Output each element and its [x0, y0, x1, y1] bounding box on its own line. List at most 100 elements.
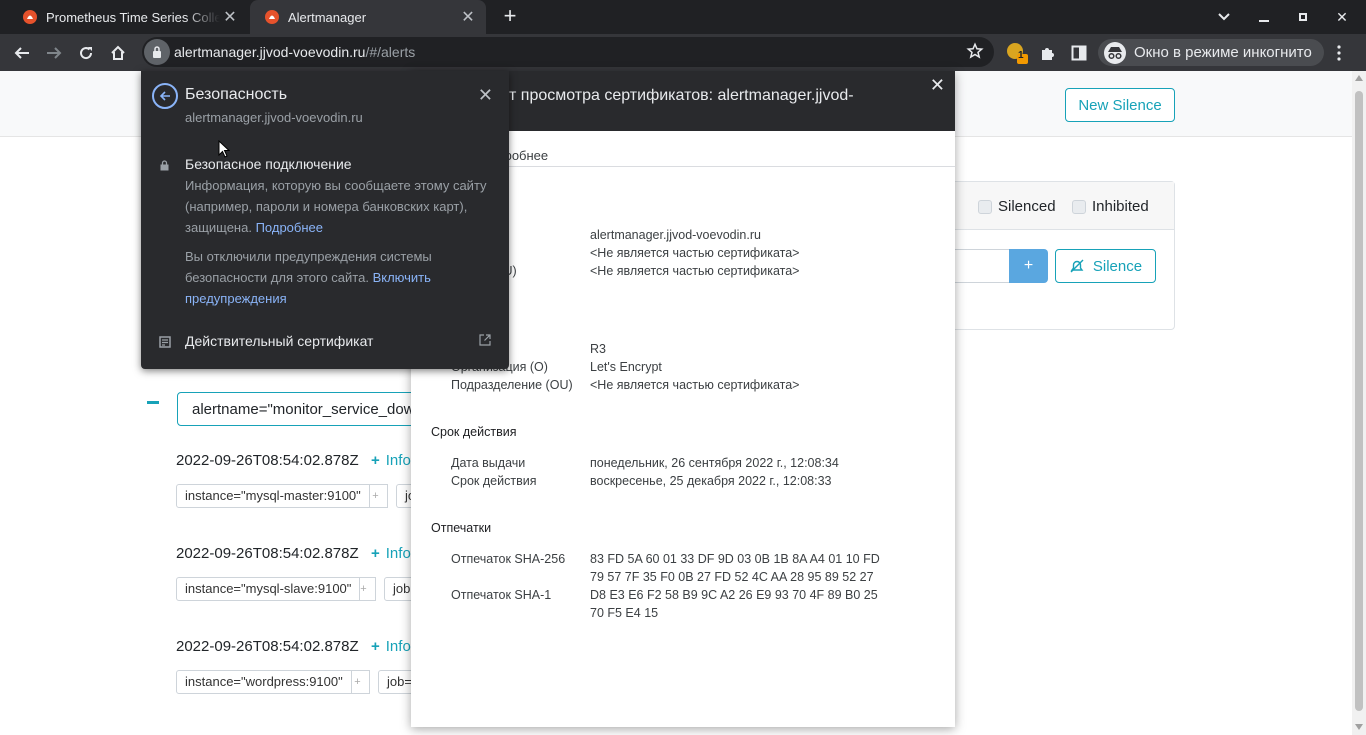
scroll-down-icon[interactable] — [1355, 724, 1363, 730]
bell-slash-icon — [1070, 259, 1084, 273]
add-filter-button[interactable]: + — [1009, 249, 1048, 283]
page-scrollbar[interactable] — [1352, 71, 1366, 735]
sha256-value-line1: 83 FD 5A 60 01 33 DF 9D 03 0B 1B 8A A4 0… — [590, 552, 880, 566]
new-tab-button[interactable]: + — [498, 5, 522, 29]
prometheus-favicon-icon — [23, 10, 37, 24]
tab-title: Prometheus Time Series Colle — [46, 9, 220, 25]
new-silence-button[interactable]: New Silence — [1065, 88, 1175, 122]
home-icon[interactable] — [105, 40, 131, 66]
learn-more-link[interactable]: Подробнее — [256, 220, 323, 235]
plus-icon: + — [371, 545, 380, 562]
tab-close-icon[interactable]: ✕ — [220, 7, 240, 27]
alert-info-button[interactable]: + Info — [371, 545, 411, 562]
scrollbar-thumb[interactable] — [1355, 91, 1363, 711]
label-instance[interactable]: instance="wordpress:9100" — [176, 670, 352, 694]
maximize-icon[interactable] — [1283, 0, 1323, 34]
issuer-ou-key: Подразделение (OU) — [451, 378, 573, 392]
incognito-indicator[interactable]: Окно в режиме инкогнито — [1098, 39, 1324, 66]
certificate-viewer-title: т просмотра сертификатов: alertmanager.j… — [509, 87, 854, 104]
security-close-icon[interactable]: ✕ — [478, 85, 493, 106]
plus-icon: + — [371, 452, 380, 469]
inhibited-label: Inhibited — [1092, 198, 1149, 215]
fingerprints-heading: Отпечатки — [431, 521, 492, 535]
forward-icon[interactable] — [41, 40, 67, 66]
extension-badge-count: 1 — [1018, 50, 1024, 61]
subject-cn-value: alertmanager.jjvod-voevodin.ru — [590, 228, 761, 242]
issued-key: Дата выдачи — [451, 456, 526, 470]
site-info-lock-icon[interactable] — [144, 39, 170, 65]
url-host: alertmanager.jjvod-voevodin.ru — [174, 44, 366, 60]
security-title: Безопасность — [185, 86, 288, 103]
incognito-icon — [1104, 41, 1126, 64]
silenced-checkbox[interactable] — [978, 200, 992, 214]
plus-icon: + — [371, 638, 380, 655]
url-text: alertmanager.jjvod-voevodin.ru/#/alerts — [174, 44, 415, 60]
side-panel-icon[interactable] — [1066, 40, 1092, 66]
info-label: Info — [385, 452, 411, 469]
silenced-label: Silenced — [998, 198, 1056, 215]
reload-icon[interactable] — [73, 40, 99, 66]
issuer-cn-value: R3 — [590, 342, 606, 356]
incognito-label: Окно в режиме инкогнито — [1134, 44, 1312, 61]
alert-timestamp: 2022-09-26T08:54:02.878Z — [176, 545, 359, 562]
certificate-close-icon[interactable]: ✕ — [930, 75, 945, 96]
lock-icon — [160, 160, 169, 171]
window-close-icon[interactable]: ✕ — [1322, 0, 1362, 34]
external-link-icon[interactable] — [479, 334, 491, 346]
sha1-value-line1: D8 E3 E6 F2 58 B9 9C A2 26 E9 93 70 4F 8… — [590, 588, 878, 602]
expires-value: воскресенье, 25 декабря 2022 г., 12:08:3… — [590, 474, 832, 488]
back-arrow-icon[interactable] — [152, 83, 178, 109]
tab-close-icon[interactable]: ✕ — [458, 7, 478, 27]
warnings-text: Вы отключили предупреждения системы безо… — [185, 246, 501, 309]
security-popup: Безопасность alertmanager.jjvod-voevodin… — [141, 71, 509, 369]
issuer-ou-value: <Не является частью сертификата> — [590, 378, 800, 392]
menu-kebab-icon[interactable] — [1326, 40, 1352, 66]
scroll-up-icon[interactable] — [1355, 75, 1363, 81]
label-add-icon[interactable]: + — [352, 577, 376, 601]
browser-toolbar: alertmanager.jjvod-voevodin.ru/#/alerts … — [0, 34, 1366, 71]
label-add-icon[interactable]: + — [364, 484, 388, 508]
security-site: alertmanager.jjvod-voevodin.ru — [185, 110, 363, 125]
alert-timestamp: 2022-09-26T08:54:02.878Z — [176, 638, 359, 655]
alert-info-button[interactable]: + Info — [371, 638, 411, 655]
sha1-key: Отпечаток SHA-1 — [451, 588, 552, 602]
extensions-puzzle-icon[interactable] — [1035, 40, 1061, 66]
label-instance[interactable]: instance="mysql-master:9100" — [176, 484, 370, 508]
tab-search-icon[interactable] — [1204, 0, 1244, 34]
mouse-cursor-icon — [218, 140, 230, 158]
tab-title: Alertmanager — [288, 9, 367, 25]
secure-connection-text: Информация, которую вы сообщаете этому с… — [185, 175, 501, 238]
secure-connection-title: Безопасное подключение — [185, 156, 352, 172]
extension-badge-icon[interactable]: 1 — [1004, 40, 1030, 66]
sha256-value-line2: 79 57 7F 35 F0 0B 27 FD 52 4C AA 28 95 8… — [590, 570, 874, 584]
subject-ou-value: <Не является частью сертификата> — [590, 264, 800, 278]
sha1-value-line2: 70 F5 E4 15 — [590, 606, 659, 620]
tab-strip: Prometheus Time Series Colle ✕ Alertmana… — [0, 0, 1366, 34]
prometheus-favicon-icon — [265, 10, 279, 24]
info-label: Info — [385, 545, 411, 562]
inhibited-checkbox[interactable] — [1072, 200, 1086, 214]
url-path: /#/alerts — [365, 44, 416, 60]
silence-label: Silence — [1092, 257, 1143, 275]
tab-prometheus[interactable]: Prometheus Time Series Colle ✕ — [8, 0, 248, 34]
issuer-o-value: Let's Encrypt — [590, 360, 662, 374]
minimize-icon[interactable] — [1244, 0, 1284, 34]
collapse-group-icon[interactable] — [147, 401, 159, 404]
label-instance[interactable]: instance="mysql-slave:9100" — [176, 577, 361, 601]
filter-panel-header: Silenced Inhibited — [931, 182, 1174, 230]
info-label: Info — [385, 638, 411, 655]
alert-timestamp: 2022-09-26T08:54:02.878Z — [176, 452, 359, 469]
issued-value: понедельник, 26 сентября 2022 г., 12:08:… — [590, 456, 839, 470]
certificate-icon — [159, 336, 171, 348]
silence-button[interactable]: Silence — [1055, 249, 1156, 283]
bookmark-star-icon[interactable] — [966, 42, 984, 65]
alert-group-filter[interactable]: alertname="monitor_service_down" — [177, 392, 437, 426]
back-icon[interactable] — [9, 40, 35, 66]
valid-certificate-item[interactable]: Действительный сертификат — [185, 333, 373, 349]
tab-alertmanager[interactable]: Alertmanager ✕ — [250, 0, 486, 34]
label-add-icon[interactable]: + — [346, 670, 370, 694]
validity-heading: Срок действия — [431, 425, 517, 439]
secure-connection-description: Информация, которую вы сообщаете этому с… — [185, 178, 487, 235]
address-bar[interactable]: alertmanager.jjvod-voevodin.ru/#/alerts — [142, 37, 994, 67]
alert-info-button[interactable]: + Info — [371, 452, 411, 469]
